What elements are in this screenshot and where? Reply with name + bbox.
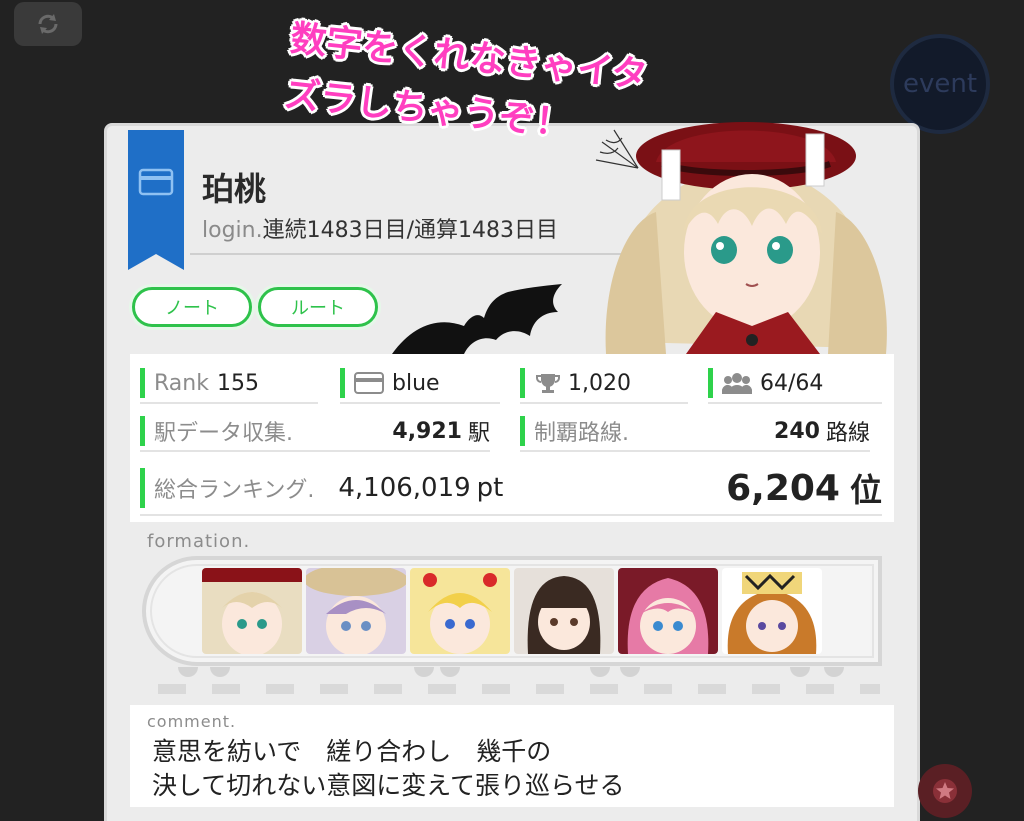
rank-stat: Rank 155: [140, 366, 318, 404]
card-ribbon: [128, 130, 184, 270]
trophy-value: 1,020: [568, 370, 631, 396]
login-count: 連続1483日目/通算1483日目: [262, 218, 558, 243]
avatar: [618, 568, 718, 654]
friends-icon: [722, 373, 752, 394]
tab-route-label: ルート: [291, 298, 345, 319]
avatar: [202, 568, 302, 654]
formation-member-2[interactable]: [306, 568, 406, 654]
ranking-position-unit: 位: [849, 471, 882, 509]
card-stat: blue: [340, 366, 500, 404]
bat-decoration: [392, 284, 562, 354]
player-name: 珀桃: [202, 170, 267, 208]
cobweb-icon: [595, 129, 639, 169]
formation-member-1[interactable]: [202, 568, 302, 654]
card-value: blue: [392, 370, 440, 396]
station-label: 駅データ収集.: [154, 421, 293, 446]
tab-note-label: ノート: [165, 298, 219, 319]
comment-box: comment. 意思を紡いで 縒り合わし 幾千の 決して切れない意図に変えて張…: [130, 705, 894, 807]
tab-note[interactable]: ノート: [132, 287, 252, 327]
avatar: [410, 568, 510, 654]
rank-value: 155: [216, 370, 259, 396]
friends-stat: 64/64: [708, 366, 882, 404]
ranking-stat: 総合ランキング. 4,106,019 pt 6,204 位: [140, 464, 882, 516]
name-divider: [190, 253, 630, 255]
route-stat: 制覇路線. 240 路線: [520, 414, 870, 452]
formation-member-3[interactable]: [410, 568, 510, 654]
trophy-stat: 1,020: [520, 366, 688, 404]
formation-label: formation.: [147, 531, 251, 552]
route-value: 240: [774, 418, 820, 444]
login-prefix: login.: [202, 218, 263, 243]
refresh-icon: [38, 14, 58, 34]
station-value: 4,921: [392, 418, 462, 444]
route-label: 制覇路線.: [534, 421, 629, 446]
comment-label: comment.: [147, 712, 237, 731]
event-button-label: event: [902, 69, 978, 99]
comment-body: 意思を紡いで 縒り合わし 幾千の 決して切れない意図に変えて張り巡らせる: [152, 737, 625, 800]
station-stat: 駅データ収集. 4,921 駅: [140, 414, 490, 452]
trophy-icon: [536, 374, 560, 393]
formation-member-6[interactable]: [722, 568, 822, 654]
friends-value: 64/64: [760, 370, 824, 396]
formation-member-5[interactable]: [618, 568, 718, 654]
tab-route[interactable]: ルート: [258, 287, 378, 327]
formation-member-4[interactable]: [514, 568, 614, 654]
character-portrait: [595, 122, 887, 354]
ranking-label: 総合ランキング.: [154, 478, 315, 503]
stats-panel: Rank 155 blue 1,020 64/64 駅データ収集. 4,921 …: [130, 354, 894, 522]
avatar: [306, 568, 406, 654]
favorite-button[interactable]: [918, 764, 972, 818]
refresh-button[interactable]: [14, 2, 82, 46]
ranking-position: 6,204: [726, 467, 840, 509]
login-info: login.連続1483日目/通算1483日目: [202, 212, 558, 244]
rank-label: Rank: [154, 370, 209, 396]
card-icon: [354, 372, 384, 394]
avatar: [514, 568, 614, 654]
star-badge-icon: [933, 779, 957, 803]
station-unit: 駅: [467, 421, 490, 446]
ranking-points: 4,106,019: [338, 473, 471, 503]
route-unit: 路線: [825, 421, 870, 446]
avatar: [722, 568, 822, 654]
ranking-points-unit: pt: [476, 473, 504, 503]
